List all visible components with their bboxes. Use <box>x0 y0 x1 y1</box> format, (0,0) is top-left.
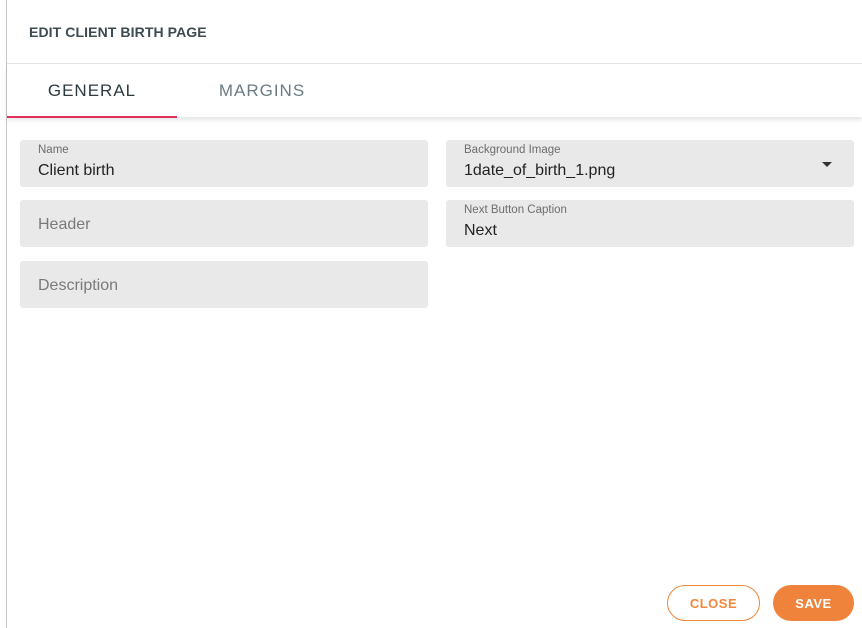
name-value: Client birth <box>38 162 115 179</box>
tab-bar: GENERAL MARGINS <box>7 64 862 118</box>
header-placeholder: Header <box>38 216 91 233</box>
tab-general[interactable]: GENERAL <box>7 64 177 118</box>
next-button-caption-value: Next <box>464 222 497 239</box>
edit-dialog: EDIT CLIENT BIRTH PAGE GENERAL MARGINS <box>6 0 862 628</box>
next-button-caption-label: Next Button Caption <box>464 204 567 216</box>
description-placeholder: Description <box>38 277 119 294</box>
next-button-caption-field[interactable]: Next Button Caption Next <box>446 200 854 247</box>
background-image-label: Background Image <box>464 144 561 156</box>
save-button[interactable]: SAVE <box>773 585 854 621</box>
background-image-value: 1date_of_birth_1.png <box>464 162 616 179</box>
dropdown-caret-icon[interactable] <box>822 162 832 167</box>
tab-margins[interactable]: MARGINS <box>177 64 347 117</box>
name-field[interactable]: Name Client birth <box>20 140 428 187</box>
header-field[interactable]: Header <box>20 200 428 247</box>
name-label: Name <box>38 144 69 156</box>
background-image-select[interactable]: Background Image 1date_of_birth_1.png <box>446 140 854 187</box>
close-button[interactable]: CLOSE <box>667 585 760 621</box>
dialog-header: EDIT CLIENT BIRTH PAGE <box>7 0 862 64</box>
dialog-title: EDIT CLIENT BIRTH PAGE <box>29 23 207 40</box>
description-field[interactable]: Description <box>20 261 428 308</box>
